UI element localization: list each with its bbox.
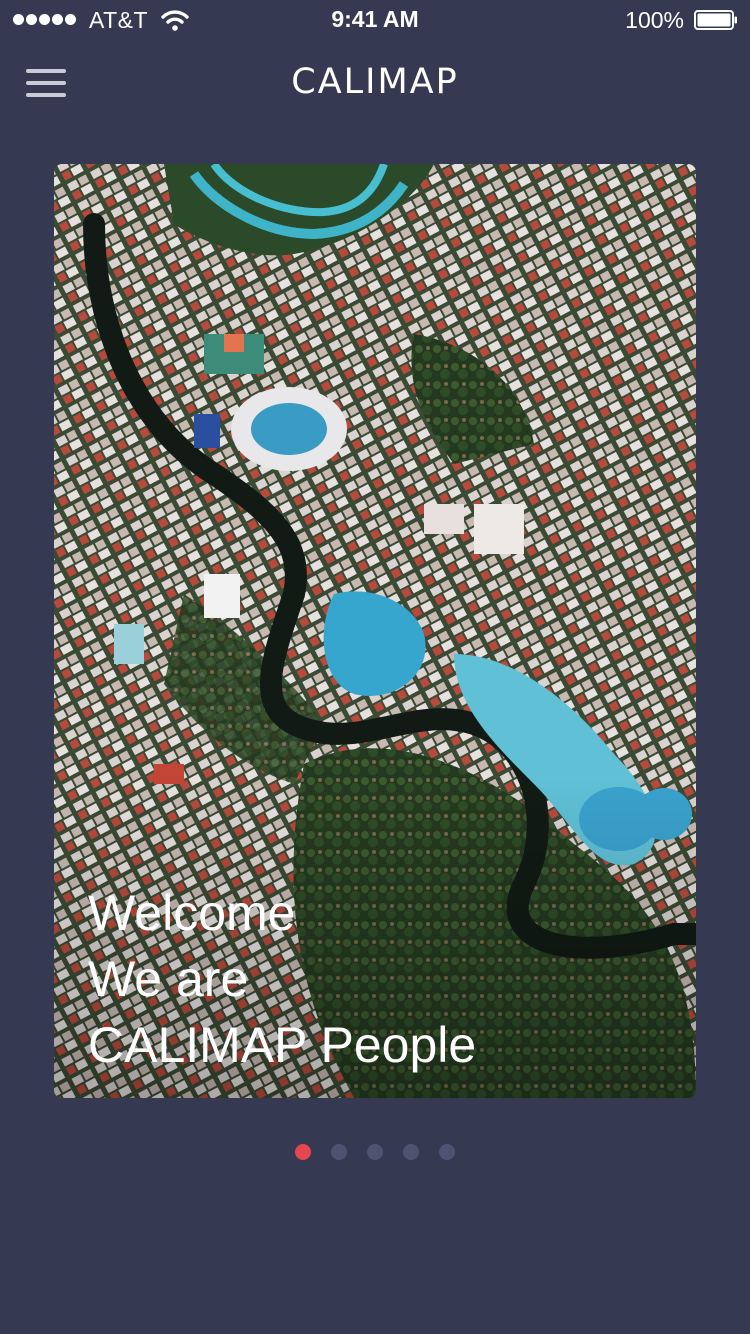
page-indicator [0,1144,750,1160]
page-dot-active[interactable] [295,1144,311,1160]
page-dot[interactable] [439,1144,455,1160]
headline-line-3: CALIMAP People [88,1017,477,1073]
status-bar: AT&T 9:41 AM 100% [0,0,750,40]
battery-percentage: 100% [625,7,684,33]
welcome-card[interactable]: Welcome We are CALIMAP People [54,164,696,1098]
page-dot[interactable] [331,1144,347,1160]
headline-line-1: Welcome [88,885,296,941]
welcome-headline: Welcome We are CALIMAP People [88,880,476,1078]
page-dot[interactable] [367,1144,383,1160]
page-dot[interactable] [403,1144,419,1160]
app-logo: CALIMAP [291,62,459,102]
headline-line-2: We are [88,951,249,1007]
battery-icon [694,10,737,30]
